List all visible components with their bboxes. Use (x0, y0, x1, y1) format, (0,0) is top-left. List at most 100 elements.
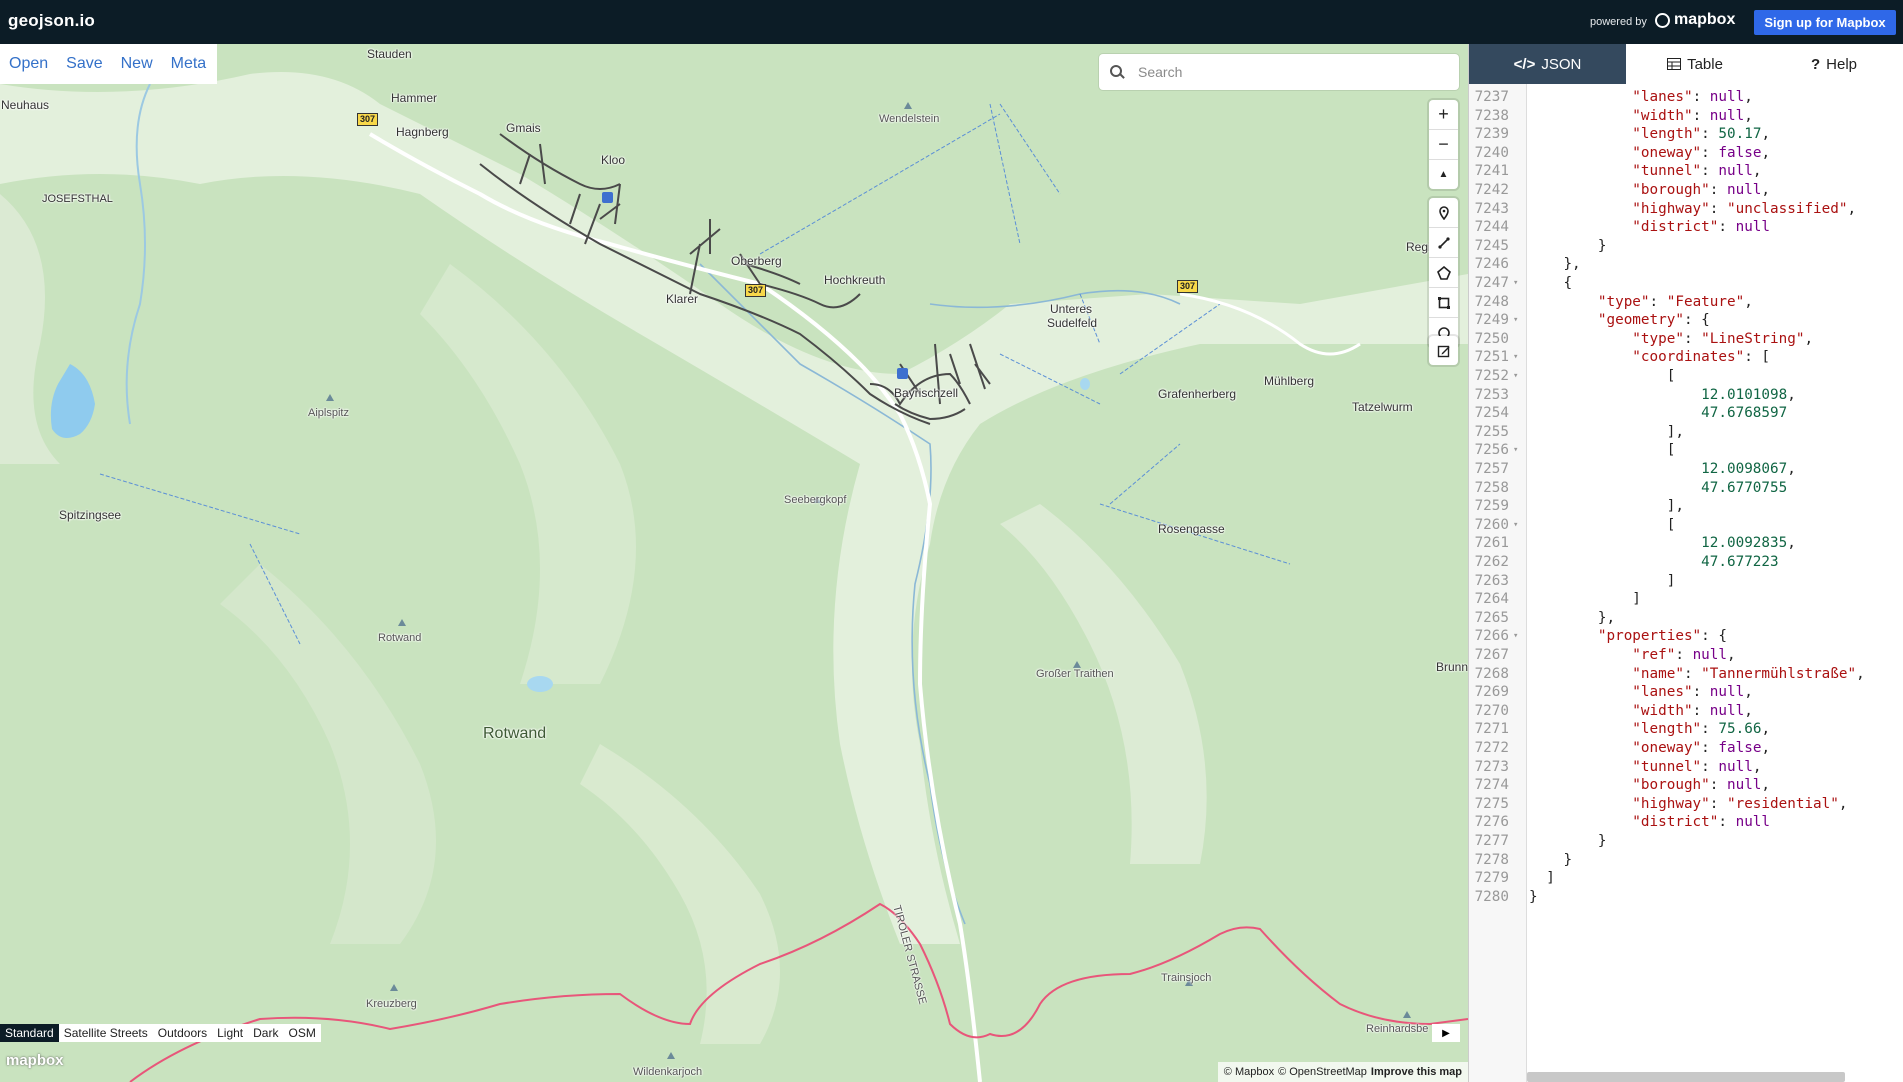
map-label-muehlberg: Mühlberg (1264, 374, 1315, 388)
map-label-rotwand-peak: Rotwand (378, 632, 422, 644)
signup-button[interactable]: Sign up for Mapbox (1754, 10, 1896, 35)
improve-map-link[interactable]: Improve this map (1371, 1066, 1462, 1078)
map-label-klarer: Klarer (666, 292, 699, 306)
code-text: } (1529, 888, 1538, 905)
code-icon: </> (1513, 55, 1536, 73)
map-label-oberberg: Oberberg (731, 254, 782, 268)
meta-button[interactable]: Meta (162, 55, 216, 73)
chevron-right-icon: ▶ (1442, 1027, 1450, 1039)
mapbox-wordmark[interactable]: mapbox (6, 1052, 64, 1069)
attribution-mapbox[interactable]: © Mapbox (1224, 1066, 1274, 1078)
edit-button[interactable] (1429, 336, 1458, 365)
mapbox-logo-text: mapbox (1674, 11, 1736, 28)
mapbox-logo[interactable]: mapbox (1655, 11, 1735, 29)
map-label-regi: Regi (1406, 240, 1431, 254)
map-label-rosengasse: Rosengasse (1158, 522, 1225, 536)
edit-icon (1437, 345, 1449, 357)
map-label-bayrischzell: Bayrischzell (894, 386, 959, 400)
attribution-osm[interactable]: © OpenStreetMap (1278, 1066, 1367, 1078)
line-icon (1437, 236, 1450, 249)
zoom-out-button[interactable]: − (1429, 130, 1458, 160)
new-button[interactable]: New (112, 55, 162, 73)
map-label-wildenkarjoch: Wildenkarjoch (633, 1066, 703, 1078)
style-light[interactable]: Light (212, 1026, 248, 1040)
map-label-seebergkopf: Seebergkopf (784, 494, 847, 506)
road-shield-307: 307 (745, 284, 767, 297)
file-menu: Open Save New Meta (0, 44, 218, 84)
mapbox-icon (1655, 12, 1670, 28)
fold-toggle-icon[interactable]: ▾ (1513, 439, 1518, 461)
rectangle-icon (1437, 296, 1450, 309)
save-button[interactable]: Save (57, 55, 111, 73)
map-label-hammer: Hammer (391, 91, 438, 105)
map-attribution: © Mapbox © OpenStreetMap Improve this ma… (1217, 1062, 1468, 1082)
map-label-unteres: Unteres (1050, 302, 1093, 316)
polygon-icon (1436, 265, 1451, 280)
line-number: 7280 (1474, 888, 1509, 905)
style-satellite-streets[interactable]: Satellite Streets (59, 1026, 153, 1040)
road-shield-307: 307 (357, 113, 379, 126)
editor-panel: </> JSON Table ? Help 7237 "lanes": null… (1468, 44, 1903, 1082)
fold-toggle-icon[interactable]: ▾ (1513, 272, 1518, 294)
horizontal-scrollbar[interactable] (1527, 1072, 1845, 1082)
map-style-switcher: Standard Satellite Streets Outdoors Ligh… (0, 1024, 321, 1042)
map-label-grosser-traithen: Großer Traithen (1036, 668, 1114, 680)
app-title[interactable]: geojson.io (8, 11, 95, 31)
map-label-stauden: Stauden (367, 47, 412, 61)
map-label-aiplspitz: Aiplspitz (308, 407, 349, 419)
panel-tabs: </> JSON Table ? Help (1469, 44, 1903, 84)
json-editor[interactable]: 7237 "lanes": null, 7238 "width": null, 72… (1469, 84, 1903, 1082)
tab-help-label: Help (1826, 55, 1858, 73)
map-terrain (0, 72, 1468, 1082)
map-label-reinhardsberg: Reinhardsbe (1366, 1023, 1429, 1035)
map-label-kreuzberg: Kreuzberg (366, 998, 417, 1010)
open-button[interactable]: Open (0, 55, 57, 73)
map-label-josefsthal: JOSEFSTHAL (42, 193, 113, 205)
fold-toggle-icon[interactable]: ▾ (1513, 309, 1518, 331)
map-label-hagnberg: Hagnberg (396, 125, 449, 139)
draw-rectangle-button[interactable] (1429, 288, 1458, 318)
compass-button[interactable]: ▲ (1429, 160, 1458, 189)
marker-icon (1438, 205, 1449, 220)
style-dark[interactable]: Dark (248, 1026, 283, 1040)
zoom-in-button[interactable]: + (1429, 100, 1458, 130)
map-label-brunn: Brunn (1436, 660, 1468, 674)
edit-controls (1429, 336, 1458, 365)
map-label-hochkreuth: Hochkreuth (824, 273, 886, 287)
draw-line-button[interactable] (1429, 228, 1458, 258)
fold-toggle-icon[interactable]: ▾ (1513, 625, 1518, 647)
tab-table[interactable]: Table (1626, 44, 1764, 84)
map-label-rotwand-area: Rotwand (483, 725, 547, 742)
map-label-gmais: Gmais (506, 121, 541, 135)
fold-toggle-icon[interactable]: ▾ (1513, 365, 1518, 387)
table-icon (1667, 58, 1682, 70)
map-label-tatzelwurm: Tatzelwurm (1352, 400, 1413, 414)
map-label-grafenherberg: Grafenherberg (1158, 387, 1237, 401)
map-label-kloo: Kloo (601, 153, 626, 167)
map-label-spitzingsee: Spitzingsee (59, 508, 122, 522)
map-canvas[interactable]: Stauden Neuhaus Hammer Hagnberg Gmais Kl… (0, 44, 1468, 1082)
tab-table-label: Table (1687, 55, 1723, 73)
tab-json[interactable]: </> JSON (1469, 44, 1626, 84)
style-osm[interactable]: OSM (283, 1026, 320, 1040)
style-standard[interactable]: Standard (0, 1024, 59, 1042)
draw-marker-button[interactable] (1429, 198, 1458, 228)
road-shield-307: 307 (1177, 280, 1199, 293)
style-outdoors[interactable]: Outdoors (153, 1026, 212, 1040)
search-input[interactable] (1136, 63, 1440, 81)
question-icon: ? (1810, 55, 1821, 73)
map-label-neuhaus: Neuhaus (1, 98, 50, 112)
map-label-wendelstein: Wendelstein (879, 113, 940, 125)
fold-toggle-icon[interactable]: ▾ (1513, 514, 1518, 536)
tab-json-label: JSON (1541, 55, 1582, 73)
search-box (1099, 54, 1459, 90)
powered-by-label: powered by (1590, 16, 1647, 28)
zoom-controls: + − ▲ (1429, 100, 1458, 189)
draw-polygon-button[interactable] (1429, 258, 1458, 288)
top-bar: geojson.io powered by mapbox Sign up for… (0, 0, 1903, 44)
map-label-sudelfeld: Sudelfeld (1047, 316, 1098, 330)
map-label-trainsjoch: Trainsjoch (1161, 972, 1212, 984)
tab-help[interactable]: ? Help (1764, 44, 1903, 84)
draw-controls (1429, 198, 1458, 347)
collapse-panel-button[interactable]: ▶ (1432, 1024, 1460, 1042)
